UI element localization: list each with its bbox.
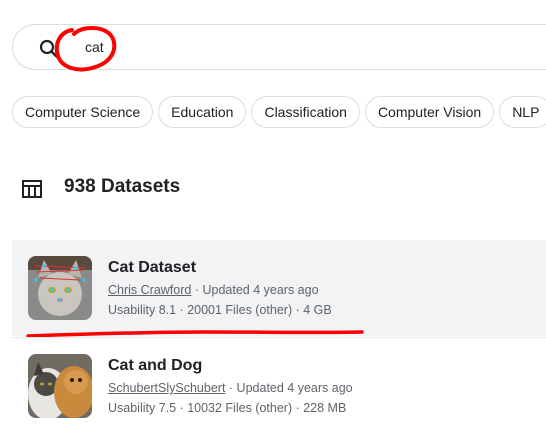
chip-education[interactable]: Education — [158, 96, 247, 128]
dataset-author-link[interactable]: SchubertSlySchubert — [108, 381, 225, 395]
chip-computer-vision[interactable]: Computer Vision — [364, 96, 495, 128]
results-count: 938 Datasets — [64, 176, 181, 197]
circle-annotation — [54, 25, 117, 72]
dataset-updated: · Updated 4 years ago — [194, 283, 319, 297]
dataset-row[interactable]: Cat and Dog SchubertSlySchubert · Update… — [12, 337, 546, 433]
dataset-row[interactable]: Cat Dataset Chris Crawford · Updated 4 y… — [12, 240, 546, 336]
dataset-thumbnail — [28, 354, 92, 418]
dataset-meta: Chris Crawford · Updated 4 years ago — [108, 283, 319, 297]
dataset-thumbnail — [28, 256, 92, 320]
category-chips: Computer Science Education Classification C… — [12, 96, 546, 128]
dataset-author-link[interactable]: Chris Crawford — [108, 283, 191, 297]
chip-classification[interactable]: Classification — [251, 96, 360, 128]
table-icon — [22, 180, 42, 198]
dataset-title[interactable]: Cat Dataset — [108, 259, 196, 277]
dataset-stats: Usability 8.1 · 20001 Files (other) · 4 … — [108, 303, 332, 317]
dataset-title[interactable]: Cat and Dog — [108, 357, 202, 375]
dataset-meta: SchubertSlySchubert · Updated 4 years ag… — [108, 381, 353, 395]
chip-nlp[interactable]: NLP — [499, 96, 546, 128]
chip-computer-science[interactable]: Computer Science — [12, 96, 154, 128]
dataset-updated: · Updated 4 years ago — [228, 381, 353, 395]
dataset-stats: Usability 7.5 · 10032 Files (other) · 22… — [108, 401, 347, 415]
